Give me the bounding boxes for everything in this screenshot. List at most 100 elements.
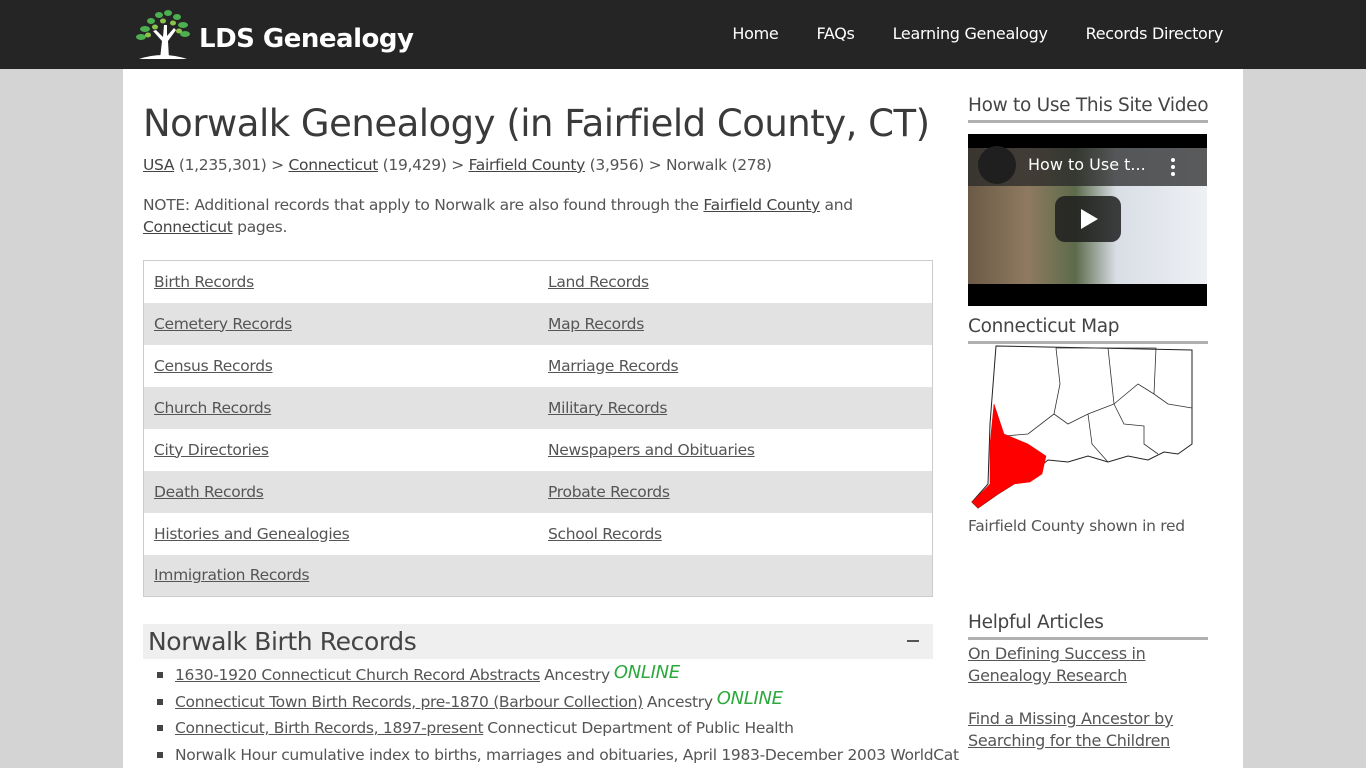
bullet-icon xyxy=(157,698,163,705)
breadcrumb-count: (3,956) xyxy=(589,156,645,174)
record-type-link[interactable]: City Directories xyxy=(154,441,269,459)
record-type-link[interactable]: Land Records xyxy=(548,273,649,291)
online-badge: ONLINE xyxy=(716,688,783,710)
record-type-link[interactable]: Church Records xyxy=(154,399,272,417)
record-type-link[interactable]: School Records xyxy=(548,525,662,543)
breadcrumb-connecticut[interactable]: Connecticut xyxy=(288,156,378,174)
record-link[interactable]: 1630-1920 Connecticut Church Record Abst… xyxy=(175,666,540,684)
record-type-link[interactable]: Birth Records xyxy=(154,273,254,291)
video-player[interactable]: How to Use t... xyxy=(968,134,1207,306)
record-types-row: Histories and Genealogies School Records xyxy=(144,513,933,555)
breadcrumb-count: (1,235,301) xyxy=(178,156,267,174)
record-type-link[interactable]: Newspapers and Obituaries xyxy=(548,441,755,459)
record-types-row: Immigration Records xyxy=(143,554,933,597)
breadcrumb-usa[interactable]: USA xyxy=(143,156,174,174)
note-text: NOTE: Additional records that apply to N… xyxy=(143,194,933,238)
sidebar: How to Use This Site Video How to Use t.… xyxy=(968,69,1209,752)
list-item: Connecticut Town Birth Records, pre-1870… xyxy=(157,688,933,716)
breadcrumb-count: (19,429) xyxy=(382,156,447,174)
note-suffix: pages. xyxy=(237,218,288,236)
record-types-cell: Immigration Records xyxy=(143,554,538,597)
breadcrumb: USA (1,235,301) > Connecticut (19,429) >… xyxy=(143,156,933,174)
note-middle: and xyxy=(824,196,854,214)
main-nav: Home FAQs Learning Genealogy Records Dir… xyxy=(694,24,1223,43)
record-types-cell: Probate Records xyxy=(538,470,933,513)
breadcrumb-separator: > xyxy=(648,156,662,174)
page-container: Norwalk Genealogy (in Fairfield County, … xyxy=(123,69,1243,768)
record-type-link[interactable]: Probate Records xyxy=(548,483,670,501)
articles-heading: Helpful Articles xyxy=(968,612,1208,640)
record-types-cell: Death Records xyxy=(143,470,538,513)
record-types-cell: Land Records xyxy=(538,261,933,303)
article-link-defining-success[interactable]: On Defining Success in Genealogy Researc… xyxy=(968,643,1208,687)
nav-faqs[interactable]: FAQs xyxy=(816,24,854,43)
record-types-cell: City Directories xyxy=(144,429,539,471)
record-types-cell: Birth Records xyxy=(144,261,539,303)
list-item: Norwalk Hour cumulative index to births,… xyxy=(157,742,959,768)
online-badge: ONLINE xyxy=(613,661,680,683)
record-type-link[interactable]: Map Records xyxy=(548,315,644,333)
breadcrumb-separator: > xyxy=(451,156,464,174)
nav-records-directory[interactable]: Records Directory xyxy=(1086,24,1224,43)
record-types-row: City Directories Newspapers and Obituarie… xyxy=(144,429,933,471)
record-types-row: Cemetery Records Map Records xyxy=(143,302,933,345)
collapse-minus-icon[interactable] xyxy=(907,632,921,650)
section-title: Norwalk Birth Records xyxy=(148,627,417,656)
record-types-cell: School Records xyxy=(538,513,933,555)
breadcrumb-count: (278) xyxy=(731,156,772,174)
bullet-icon xyxy=(157,672,163,679)
top-navigation-bar: LDS Genealogy Home FAQs Learning Genealo… xyxy=(0,0,1366,69)
record-source: Ancestry xyxy=(544,666,610,685)
video-title: How to Use t... xyxy=(1028,155,1146,174)
record-type-link[interactable]: Death Records xyxy=(154,483,264,501)
record-types-table: Birth Records Land Records Cemetery Record… xyxy=(143,260,933,597)
record-type-link[interactable]: Marriage Records xyxy=(548,357,679,375)
article-link-missing-ancestor[interactable]: Find a Missing Ancestor by Searching for… xyxy=(968,708,1208,752)
record-types-cell: Military Records xyxy=(538,386,933,429)
bullet-icon xyxy=(157,725,163,732)
list-item: 1630-1920 Connecticut Church Record Abst… xyxy=(157,662,933,689)
record-type-link[interactable]: Military Records xyxy=(548,399,667,417)
channel-logo-icon xyxy=(978,146,1016,184)
video-heading: How to Use This Site Video xyxy=(968,95,1209,123)
record-types-cell: Map Records xyxy=(538,302,933,345)
record-link[interactable]: Connecticut, Birth Records, 1897-present xyxy=(175,719,484,737)
record-types-cell: Cemetery Records xyxy=(143,302,538,345)
site-logo-text: LDS Genealogy xyxy=(199,24,414,54)
play-icon[interactable] xyxy=(1055,196,1121,242)
record-type-link[interactable]: Histories and Genealogies xyxy=(154,525,350,543)
note-prefix: NOTE: Additional records that apply to N… xyxy=(143,196,699,214)
record-types-row: Birth Records Land Records xyxy=(144,261,933,303)
nav-learning-genealogy[interactable]: Learning Genealogy xyxy=(893,24,1048,43)
nav-home[interactable]: Home xyxy=(732,24,778,43)
record-types-row: Church Records Military Records xyxy=(143,386,933,429)
record-types-row: Census Records Marriage Records xyxy=(144,345,933,387)
record-source: Norwalk Hour cumulative index to births,… xyxy=(175,745,959,764)
bullet-icon xyxy=(157,751,163,758)
list-item: Connecticut, Birth Records, 1897-present… xyxy=(157,715,933,742)
breadcrumb-current: Norwalk xyxy=(666,156,727,174)
record-link[interactable]: Connecticut Town Birth Records, pre-1870… xyxy=(175,693,643,711)
record-types-cell xyxy=(538,554,933,597)
birth-records-section-header[interactable]: Norwalk Birth Records xyxy=(143,624,933,659)
breadcrumb-separator: > xyxy=(271,156,284,174)
site-logo-link[interactable]: LDS Genealogy xyxy=(133,7,414,61)
record-source: Ancestry xyxy=(646,692,713,711)
page-title: Norwalk Genealogy (in Fairfield County, … xyxy=(143,102,930,145)
note-connecticut-link[interactable]: Connecticut xyxy=(143,218,233,236)
articles-list: On Defining Success in Genealogy Researc… xyxy=(968,643,1208,752)
record-types-cell: Census Records xyxy=(144,345,539,387)
birth-records-list: 1630-1920 Connecticut Church Record Abst… xyxy=(157,662,959,768)
connecticut-map[interactable] xyxy=(968,344,1208,512)
record-source: Connecticut Department of Public Health xyxy=(487,719,794,738)
map-caption: Fairfield County shown in red xyxy=(968,517,1185,535)
breadcrumb-fairfield-county[interactable]: Fairfield County xyxy=(469,156,586,174)
record-type-link[interactable]: Immigration Records xyxy=(154,566,310,584)
record-type-link[interactable]: Cemetery Records xyxy=(154,315,292,333)
note-fairfield-county-link[interactable]: Fairfield County xyxy=(703,196,820,214)
map-heading: Connecticut Map xyxy=(968,316,1208,344)
record-type-link[interactable]: Census Records xyxy=(154,357,273,375)
record-types-cell: Newspapers and Obituaries xyxy=(538,429,933,471)
tree-logo-icon xyxy=(136,10,190,59)
more-options-icon[interactable] xyxy=(1171,158,1175,179)
